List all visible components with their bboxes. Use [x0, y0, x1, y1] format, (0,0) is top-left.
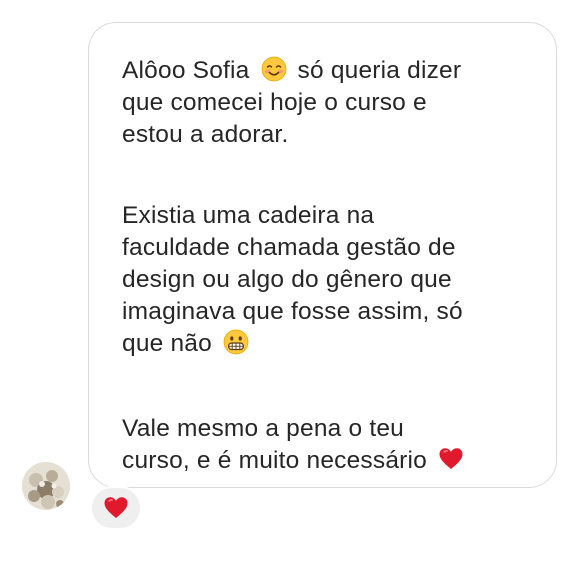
message-line: que não: [122, 328, 463, 360]
message-line: design ou algo do gênero que: [122, 266, 452, 293]
message-line: Existia uma cadeira na: [122, 202, 375, 229]
message-paragraph-2: Existia uma cadeira na faculdade chamada…: [122, 200, 463, 360]
grimacing-face-icon: [223, 329, 249, 355]
avatar-photo: [22, 462, 70, 510]
message-line: Alôoo Sofia só queria dizer: [122, 55, 461, 87]
message-paragraph-3: Vale mesmo a pena o teu curso, e é muito…: [122, 413, 468, 477]
heart-reaction-badge[interactable]: [90, 486, 142, 530]
message-paragraph-1: Alôoo Sofia só queria dizer que comecei …: [122, 55, 461, 151]
red-heart-icon: [104, 497, 128, 518]
message-line: imaginava que fosse assim, só: [122, 298, 463, 325]
message-text: que não: [122, 330, 212, 357]
sender-avatar[interactable]: [22, 462, 70, 510]
message-line: curso, e é muito necessário: [122, 445, 468, 477]
message-line: Vale mesmo a pena o teu: [122, 415, 404, 442]
message-text: só queria dizer: [297, 57, 462, 84]
message-line: que comecei hoje o curso e: [122, 89, 427, 116]
message-line: faculdade chamada gestão de: [122, 234, 456, 261]
message-text: curso, e é muito necessário: [122, 447, 427, 474]
message-line: estou a adorar.: [122, 121, 289, 148]
smiling-face-icon: [261, 56, 286, 82]
red-heart-icon: [439, 448, 463, 469]
message-text: Alôoo Sofia: [122, 57, 250, 84]
message-bubble[interactable]: Alôoo Sofia só queria dizer que comecei …: [88, 22, 557, 488]
